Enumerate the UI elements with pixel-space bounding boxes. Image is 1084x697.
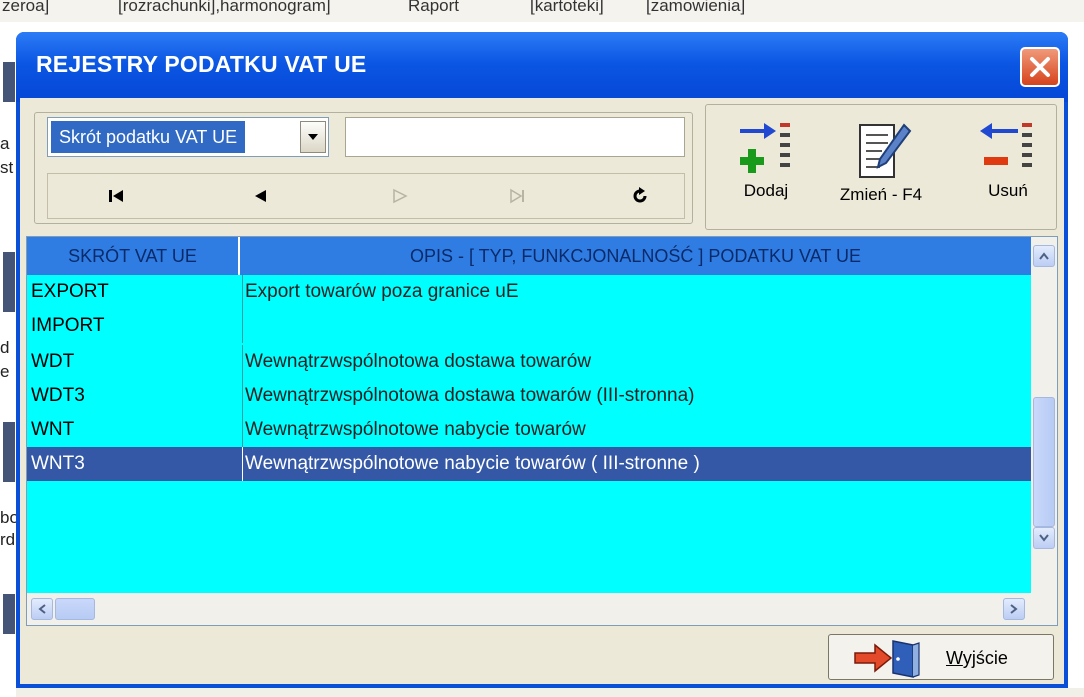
refresh-icon bbox=[633, 187, 647, 203]
cell-description bbox=[242, 309, 1031, 343]
bg-text: rd bbox=[0, 530, 16, 549]
dropdown-arrow-icon[interactable] bbox=[300, 121, 326, 153]
first-record-button[interactable] bbox=[96, 176, 136, 216]
add-button[interactable]: Dodaj bbox=[726, 109, 806, 225]
table-row-selected[interactable]: WNT3 Wewnątrzwspólnotowe nabycie towarów… bbox=[27, 447, 1031, 481]
background-status-area bbox=[16, 688, 1084, 697]
scroll-up-button[interactable] bbox=[1033, 245, 1055, 267]
bg-toolbar-icon bbox=[3, 422, 15, 482]
cell-code: WNT3 bbox=[31, 453, 85, 474]
edit-button[interactable]: Zmień - F4 bbox=[826, 109, 936, 225]
close-button[interactable] bbox=[1020, 47, 1060, 87]
exit-button[interactable]: Wyjście bbox=[828, 634, 1054, 680]
last-record-icon bbox=[510, 188, 524, 204]
title-bar[interactable]: REJESTRY PODATKU VAT UE bbox=[16, 32, 1068, 102]
vat-registers-grid: SKRÓT VAT UE OPIS - [ TYP, FUNKCJONALNOŚ… bbox=[26, 236, 1058, 626]
refresh-button[interactable] bbox=[620, 176, 660, 216]
cell-code: IMPORT bbox=[31, 315, 105, 336]
chevron-down-icon bbox=[1039, 534, 1049, 542]
bg-menu-item: [zamowienia] bbox=[646, 0, 746, 15]
cell-code: EXPORT bbox=[31, 281, 109, 302]
bg-menu-item: Raport bbox=[408, 0, 460, 15]
prev-record-button[interactable] bbox=[240, 176, 280, 216]
vertical-scrollbar[interactable] bbox=[1031, 237, 1057, 593]
delete-button-label: Usuń bbox=[988, 181, 1028, 200]
search-field-selected-value: Skrót podatku VAT UE bbox=[51, 121, 246, 153]
dialog-title: REJESTRY PODATKU VAT UE bbox=[36, 51, 367, 77]
scroll-left-button[interactable] bbox=[31, 598, 53, 620]
edit-button-label: Zmień - F4 bbox=[839, 185, 923, 204]
table-row[interactable]: WDT3 Wewnątrzwspólnotowa dostawa towarów… bbox=[27, 379, 1031, 413]
vertical-scroll-thumb[interactable] bbox=[1033, 397, 1055, 527]
cell-description: Wewnątrzwspólnotowa dostawa towarów (III… bbox=[242, 379, 1031, 413]
bg-toolbar-icon bbox=[3, 62, 15, 102]
close-icon bbox=[1030, 57, 1050, 77]
chevron-up-icon bbox=[1039, 252, 1049, 260]
bg-text: bo bbox=[0, 508, 16, 527]
bg-text: st bbox=[0, 158, 14, 177]
search-input[interactable] bbox=[345, 117, 685, 157]
last-record-button[interactable] bbox=[498, 176, 538, 216]
table-row[interactable]: IMPORT bbox=[27, 309, 1031, 343]
add-button-label: Dodaj bbox=[743, 181, 789, 200]
horizontal-scroll-thumb[interactable] bbox=[55, 598, 95, 620]
bg-text: d bbox=[0, 338, 10, 357]
next-record-icon bbox=[393, 188, 408, 204]
grid-body: EXPORT Export towarów poza granice uE IM… bbox=[27, 275, 1031, 593]
grid-header: SKRÓT VAT UE OPIS - [ TYP, FUNKCJONALNOŚ… bbox=[27, 237, 1031, 275]
cell-code: WNT bbox=[31, 419, 75, 440]
background-window-edge: a st d e bo rd bbox=[0, 22, 16, 697]
search-field-select[interactable]: Skrót podatku VAT UE bbox=[47, 117, 329, 157]
record-actions-panel: Dodaj Zmień - F4 Usuń bbox=[705, 104, 1057, 230]
bg-menu-item: zeroa] bbox=[2, 0, 50, 15]
search-navigation-panel: Skrót podatku VAT UE bbox=[34, 112, 693, 224]
cell-description: Wewnątrzwspólnotowa dostawa towarów bbox=[242, 345, 1031, 379]
scroll-down-button[interactable] bbox=[1033, 527, 1055, 549]
dialog-body: Skrót podatku VAT UE Dodaj Zmień - F4 Us… bbox=[20, 98, 1064, 684]
exit-button-label: Wyjście bbox=[946, 648, 1008, 668]
add-record-icon bbox=[740, 123, 790, 173]
chevron-left-icon bbox=[38, 604, 46, 614]
exit-door-icon bbox=[854, 640, 920, 678]
edit-document-icon bbox=[859, 123, 912, 178]
delete-record-icon bbox=[980, 123, 1032, 167]
bg-menu-item: [kartoteki] bbox=[530, 0, 604, 15]
table-row[interactable]: WDT Wewnątrzwspólnotowa dostawa towarów bbox=[27, 345, 1031, 379]
record-navigator bbox=[47, 173, 685, 219]
column-header-code[interactable]: SKRÓT VAT UE bbox=[27, 237, 240, 275]
cell-description: Wewnątrzwspólnotowe nabycie towarów ( II… bbox=[242, 447, 1031, 481]
cell-code: WDT3 bbox=[31, 385, 85, 406]
cell-description: Wewnątrzwspólnotowe nabycie towarów bbox=[242, 413, 1031, 447]
delete-button[interactable]: Usuń bbox=[968, 109, 1048, 225]
scroll-right-button[interactable] bbox=[1003, 598, 1025, 620]
bg-toolbar-icon bbox=[3, 252, 15, 312]
prev-record-icon bbox=[255, 190, 266, 202]
cell-code: WDT bbox=[31, 351, 75, 372]
cell-description: Export towarów poza granice uE bbox=[242, 275, 1031, 309]
table-row[interactable]: EXPORT Export towarów poza granice uE bbox=[27, 275, 1031, 309]
next-record-button[interactable] bbox=[380, 176, 420, 216]
table-row[interactable]: WNT Wewnątrzwspólnotowe nabycie towarów bbox=[27, 413, 1031, 447]
column-header-description[interactable]: OPIS - [ TYP, FUNKCJONALNOŚĆ ] PODATKU V… bbox=[240, 237, 1031, 275]
chevron-right-icon bbox=[1010, 604, 1018, 614]
bg-text: a bbox=[0, 134, 10, 153]
bg-menu-item: [rozrachunki],harmonogram] bbox=[118, 0, 331, 15]
vat-ue-registers-dialog: REJESTRY PODATKU VAT UE Skrót podatku VA… bbox=[16, 32, 1068, 688]
background-menu-bar: zeroa] [rozrachunki],harmonogram] Raport… bbox=[0, 0, 1084, 22]
bg-toolbar-icon bbox=[3, 594, 15, 634]
first-record-icon bbox=[109, 190, 123, 202]
horizontal-scrollbar[interactable] bbox=[27, 593, 1057, 625]
bg-text: e bbox=[0, 362, 10, 381]
